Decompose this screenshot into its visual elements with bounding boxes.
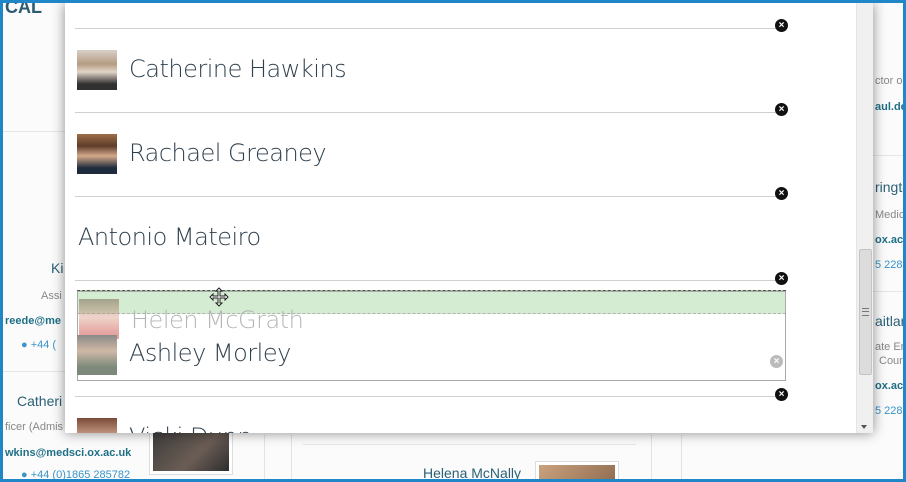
bg-contact-email-r1[interactable]: aul.de	[875, 101, 903, 113]
person-name: Vicki Dunn	[129, 423, 253, 433]
bg-contact-name-r3: aitlar	[875, 313, 906, 329]
bg-contact-phone-1: ● +44 (	[21, 339, 57, 351]
person-name: Rachael Greaney	[129, 139, 327, 167]
bg-contact-role-r3a: ate En	[875, 341, 906, 353]
scrollbar-thumb[interactable]	[859, 249, 872, 375]
bg-contact-phone-r3: 5 2289	[875, 405, 906, 417]
person-name: Antonio Mateiro	[78, 223, 261, 251]
list-item[interactable]: Vicki Dunn	[75, 397, 783, 433]
bg-contact-email-2[interactable]: wkins@medsci.ox.ac.uk	[5, 447, 131, 459]
avatar	[77, 335, 117, 375]
list-item[interactable]: Ashley Morley ×	[75, 313, 788, 401]
avatar	[77, 134, 117, 174]
vertical-scrollbar[interactable]	[856, 3, 873, 433]
grip-icon	[862, 308, 869, 316]
screen-frame: CAL Ki Assi reede@me ● +44 ( Catheri fic…	[0, 0, 906, 482]
move-cursor-icon	[209, 287, 229, 307]
bg-contact-name-1: Ki	[51, 260, 64, 276]
list-item-top-partial: ×	[75, 3, 788, 32]
bg-contact-email-r2[interactable]: ox.ac.	[875, 234, 903, 246]
person-name: Catherine Hawkins	[129, 55, 347, 83]
bg-contact-name-2: Catheri	[17, 393, 63, 409]
remove-circle-icon[interactable]: ×	[775, 272, 788, 285]
avatar	[77, 50, 117, 90]
avatar	[77, 418, 117, 433]
bg-contact-role-1: Assi	[41, 290, 62, 302]
bg-contact-photo-bottom	[535, 461, 619, 479]
sortable-people-list: × Catherine Hawkins × Rachael Greaney × …	[65, 3, 855, 433]
list-item[interactable]: Rachael Greaney ×	[75, 113, 788, 200]
bg-contact-role-r1: ctor o	[875, 75, 903, 87]
list-item[interactable]: Catherine Hawkins ×	[75, 29, 788, 116]
bg-contact-email-1[interactable]: reede@me	[5, 315, 61, 327]
bg-contact-email-r3[interactable]: ox.ac.	[875, 380, 903, 392]
bg-contact-phone-2: ● +44 (0)1865 285782	[21, 469, 131, 481]
bg-contact-role-r3b: Cours	[879, 355, 906, 367]
skype-icon: ●	[21, 469, 28, 481]
reorder-people-modal: × Catherine Hawkins × Rachael Greaney × …	[65, 3, 873, 433]
person-name: Ashley Morley	[129, 339, 291, 367]
scroll-down-arrow-icon[interactable]	[861, 425, 867, 429]
bg-contact-phone-r2: 5 2289	[875, 259, 906, 271]
bg-contact-role-r2: Medic	[875, 209, 905, 221]
bg-contact-name-bottom: Helena McNally	[423, 465, 522, 481]
page-heading-fragment: CAL	[5, 0, 42, 17]
bg-contact-role-2: ficer (Admis	[5, 421, 64, 433]
skype-icon: ●	[21, 339, 28, 351]
list-item[interactable]: Antonio Mateiro ×	[75, 197, 788, 285]
bg-contact-name-r2: ringto	[875, 179, 903, 195]
